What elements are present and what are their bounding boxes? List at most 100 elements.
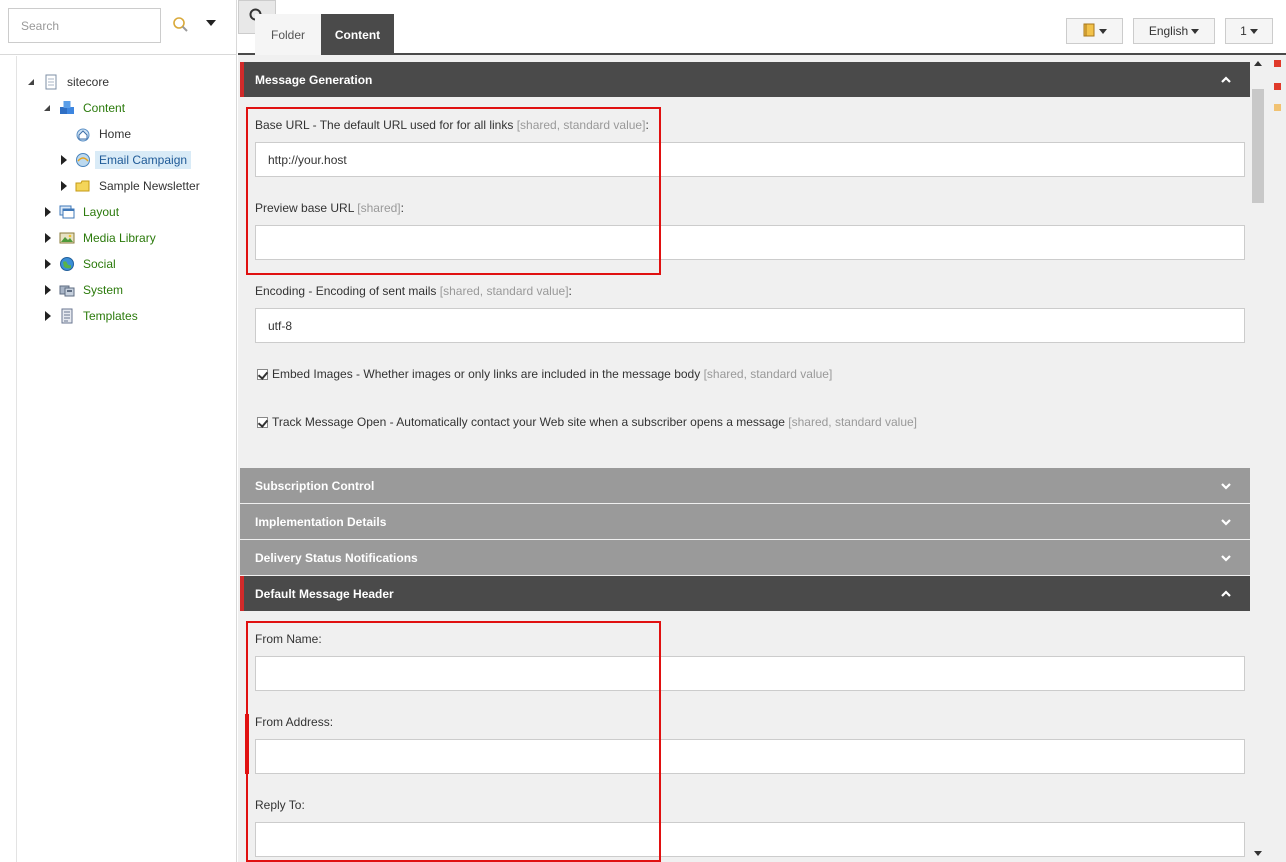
version-selector[interactable]: 1 <box>1225 18 1273 44</box>
section-message-generation-header[interactable]: Message Generation <box>240 62 1250 97</box>
embed-images-checkbox[interactable] <box>257 368 268 380</box>
templates-icon <box>59 308 75 324</box>
field-label-text: Preview base URL <box>255 201 354 215</box>
preview-base-url-label: Preview base URL [shared]: <box>255 201 404 215</box>
tree-node-label: Templates <box>83 309 138 323</box>
collapse-toggle-icon[interactable] <box>27 77 37 87</box>
from-address-label: From Address: <box>255 715 334 729</box>
tree-search-input[interactable] <box>8 8 161 43</box>
section-title: Delivery Status Notifications <box>255 550 418 565</box>
expand-toggle-icon[interactable] <box>59 155 69 165</box>
notebook-menu-button[interactable] <box>1066 18 1123 44</box>
no-toggle-spacer <box>59 129 69 139</box>
language-label: English <box>1148 24 1189 38</box>
tree-node-system[interactable]: System <box>43 279 127 301</box>
scroll-down-icon[interactable] <box>1254 851 1262 856</box>
scroll-up-icon[interactable] <box>1254 61 1262 66</box>
section-title: Implementation Details <box>255 514 387 529</box>
expand-toggle-icon[interactable] <box>59 181 69 191</box>
media-library-icon <box>59 230 75 246</box>
track-message-open-checkbox[interactable] <box>257 416 268 428</box>
preview-base-url-input[interactable] <box>255 225 1245 260</box>
encoding-label: Encoding - Encoding of sent mails [share… <box>255 284 572 298</box>
section-default-message-header-header[interactable]: Default Message Header <box>240 576 1250 611</box>
tree-node-label: Home <box>99 127 132 141</box>
chevron-up-icon <box>1220 74 1232 86</box>
content-editor-pane: Folder Content English 1 Message Generat… <box>238 0 1286 862</box>
required-field-indicator <box>245 714 249 774</box>
scrollbar-thumb[interactable] <box>1252 89 1264 203</box>
validation-warning-marker[interactable] <box>1274 104 1281 111</box>
content-cubes-icon <box>59 100 75 116</box>
tree-node-label: Sample Newsletter <box>99 179 200 193</box>
from-address-input[interactable] <box>255 739 1245 774</box>
field-hint: [shared, standard value] <box>703 367 833 381</box>
tree-node-label: Social <box>83 257 116 271</box>
field-hint: [shared, standard value] <box>516 118 646 132</box>
expand-toggle-icon[interactable] <box>43 311 53 321</box>
field-label-text: Base URL - The default URL used for for … <box>255 118 514 132</box>
track-message-open-row: Track Message Open - Automatically conta… <box>257 415 917 429</box>
language-selector[interactable]: English <box>1133 18 1215 44</box>
expand-toggle-icon[interactable] <box>43 233 53 243</box>
content-tree-pane: sitecore Content Home Email Campaign <box>0 0 237 862</box>
tree-node-social[interactable]: Social <box>43 253 120 275</box>
encoding-input[interactable] <box>255 308 1245 343</box>
tree-search-bar <box>0 0 237 55</box>
base-url-input[interactable] <box>255 142 1245 177</box>
tree-node-sample-newsletter[interactable]: Sample Newsletter <box>59 175 204 197</box>
tree-node-templates[interactable]: Templates <box>43 305 142 327</box>
tree-node-content[interactable]: Content <box>43 97 129 119</box>
tree-node-label: sitecore <box>67 75 110 89</box>
reply-to-label: Reply To: <box>255 798 305 812</box>
section-title: Subscription Control <box>255 478 375 493</box>
expand-toggle-icon[interactable] <box>43 259 53 269</box>
section-title: Default Message Header <box>255 586 394 601</box>
collapse-toggle-icon[interactable] <box>43 103 53 113</box>
expand-toggle-icon[interactable] <box>43 285 53 295</box>
tree-node-media-library[interactable]: Media Library <box>43 227 160 249</box>
chevron-down-icon <box>1249 28 1258 34</box>
section-title: Message Generation <box>255 72 373 87</box>
search-icon[interactable] <box>170 14 192 36</box>
tree-node-layout[interactable]: Layout <box>43 201 123 223</box>
field-hint: [shared] <box>357 201 401 215</box>
section-implementation-details-header[interactable]: Implementation Details <box>240 504 1250 539</box>
chevron-down-icon <box>1220 480 1232 492</box>
editor-top-bar: Folder Content English 1 <box>238 0 1286 55</box>
tree-node-email-campaign[interactable]: Email Campaign <box>59 149 192 171</box>
tab-content[interactable]: Content <box>321 14 394 55</box>
validation-error-marker[interactable] <box>1274 83 1281 90</box>
from-name-input[interactable] <box>255 656 1245 691</box>
base-url-label: Base URL - The default URL used for for … <box>255 118 649 132</box>
tab-folder[interactable]: Folder <box>255 14 321 55</box>
chevron-down-icon <box>1191 28 1200 34</box>
email-campaign-icon <box>75 152 91 168</box>
notebook-icon <box>1082 23 1096 40</box>
tree-node-label: Content <box>83 101 126 115</box>
tree-node-label: Layout <box>83 205 120 219</box>
validation-error-marker[interactable] <box>1274 60 1281 67</box>
home-icon <box>75 126 91 142</box>
embed-images-row: Embed Images - Whether images or only li… <box>257 367 832 381</box>
tree-node-home[interactable]: Home <box>59 123 135 145</box>
search-options-dropdown-icon[interactable] <box>206 20 216 26</box>
globe-icon <box>59 256 75 272</box>
tab-label: Content <box>334 27 381 42</box>
checkbox-label: Embed Images - Whether images or only li… <box>272 367 701 381</box>
tree-node-label: System <box>83 283 124 297</box>
tree-node-label: Email Campaign <box>95 151 192 169</box>
section-subscription-control-header[interactable]: Subscription Control <box>240 468 1250 503</box>
field-label-text: Encoding - Encoding of sent mails <box>255 284 437 298</box>
expand-toggle-icon[interactable] <box>43 207 53 217</box>
folder-icon <box>75 178 91 194</box>
chevron-up-icon <box>1220 588 1232 600</box>
section-delivery-status-header[interactable]: Delivery Status Notifications <box>240 540 1250 575</box>
from-name-label: From Name: <box>255 632 322 646</box>
reply-to-input[interactable] <box>255 822 1245 857</box>
layout-icon <box>59 204 75 220</box>
tab-label: Folder <box>270 27 305 42</box>
field-hint: [shared, standard value] <box>439 284 569 298</box>
tree-gutter <box>0 56 17 862</box>
tree-node-sitecore[interactable]: sitecore <box>27 71 113 93</box>
